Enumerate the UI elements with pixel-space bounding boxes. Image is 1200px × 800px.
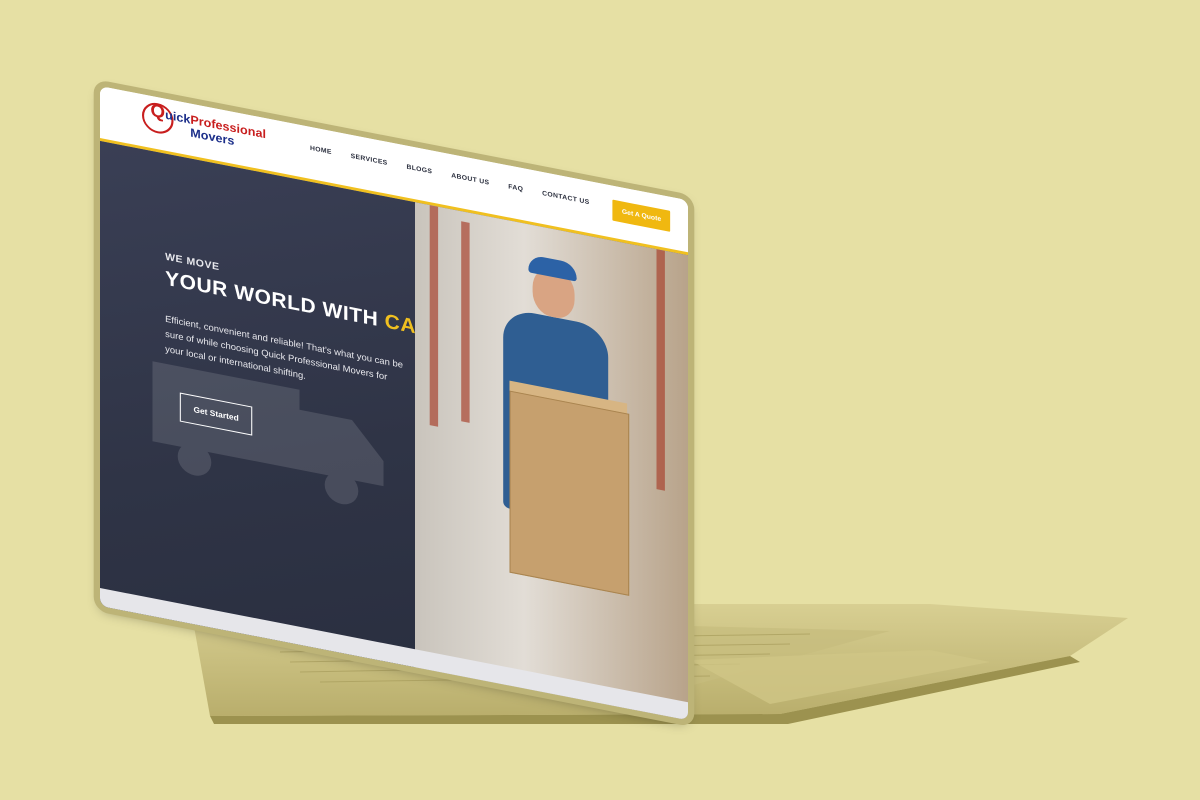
nav-faq[interactable]: FAQ [508, 183, 523, 193]
site-logo[interactable]: QuickProfessional Movers [150, 100, 266, 154]
nav-about-us[interactable]: ABOUT US [451, 172, 489, 186]
hero-photo-mover [415, 202, 688, 721]
warehouse-shelf [429, 205, 439, 427]
nav-blogs[interactable]: BLOGS [406, 164, 432, 176]
nav-home[interactable]: HOME [310, 145, 332, 156]
hero-text-panel: WE MOVE YOUR WORLD WITH CARE Efficient, … [100, 141, 446, 668]
laptop-mockup-scene: QuickProfessional Movers HOME SERVICES B… [0, 0, 1200, 800]
nav-services[interactable]: SERVICES [351, 153, 388, 167]
laptop-screen: QuickProfessional Movers HOME SERVICES B… [100, 86, 700, 721]
website-viewport: QuickProfessional Movers HOME SERVICES B… [100, 86, 688, 721]
warehouse-shelf [656, 249, 665, 491]
get-a-quote-button[interactable]: Get A Quote [612, 199, 671, 232]
warehouse-shelf [461, 221, 470, 423]
moving-box [509, 390, 630, 596]
nav-contact-us[interactable]: CONTACT US [542, 190, 589, 206]
